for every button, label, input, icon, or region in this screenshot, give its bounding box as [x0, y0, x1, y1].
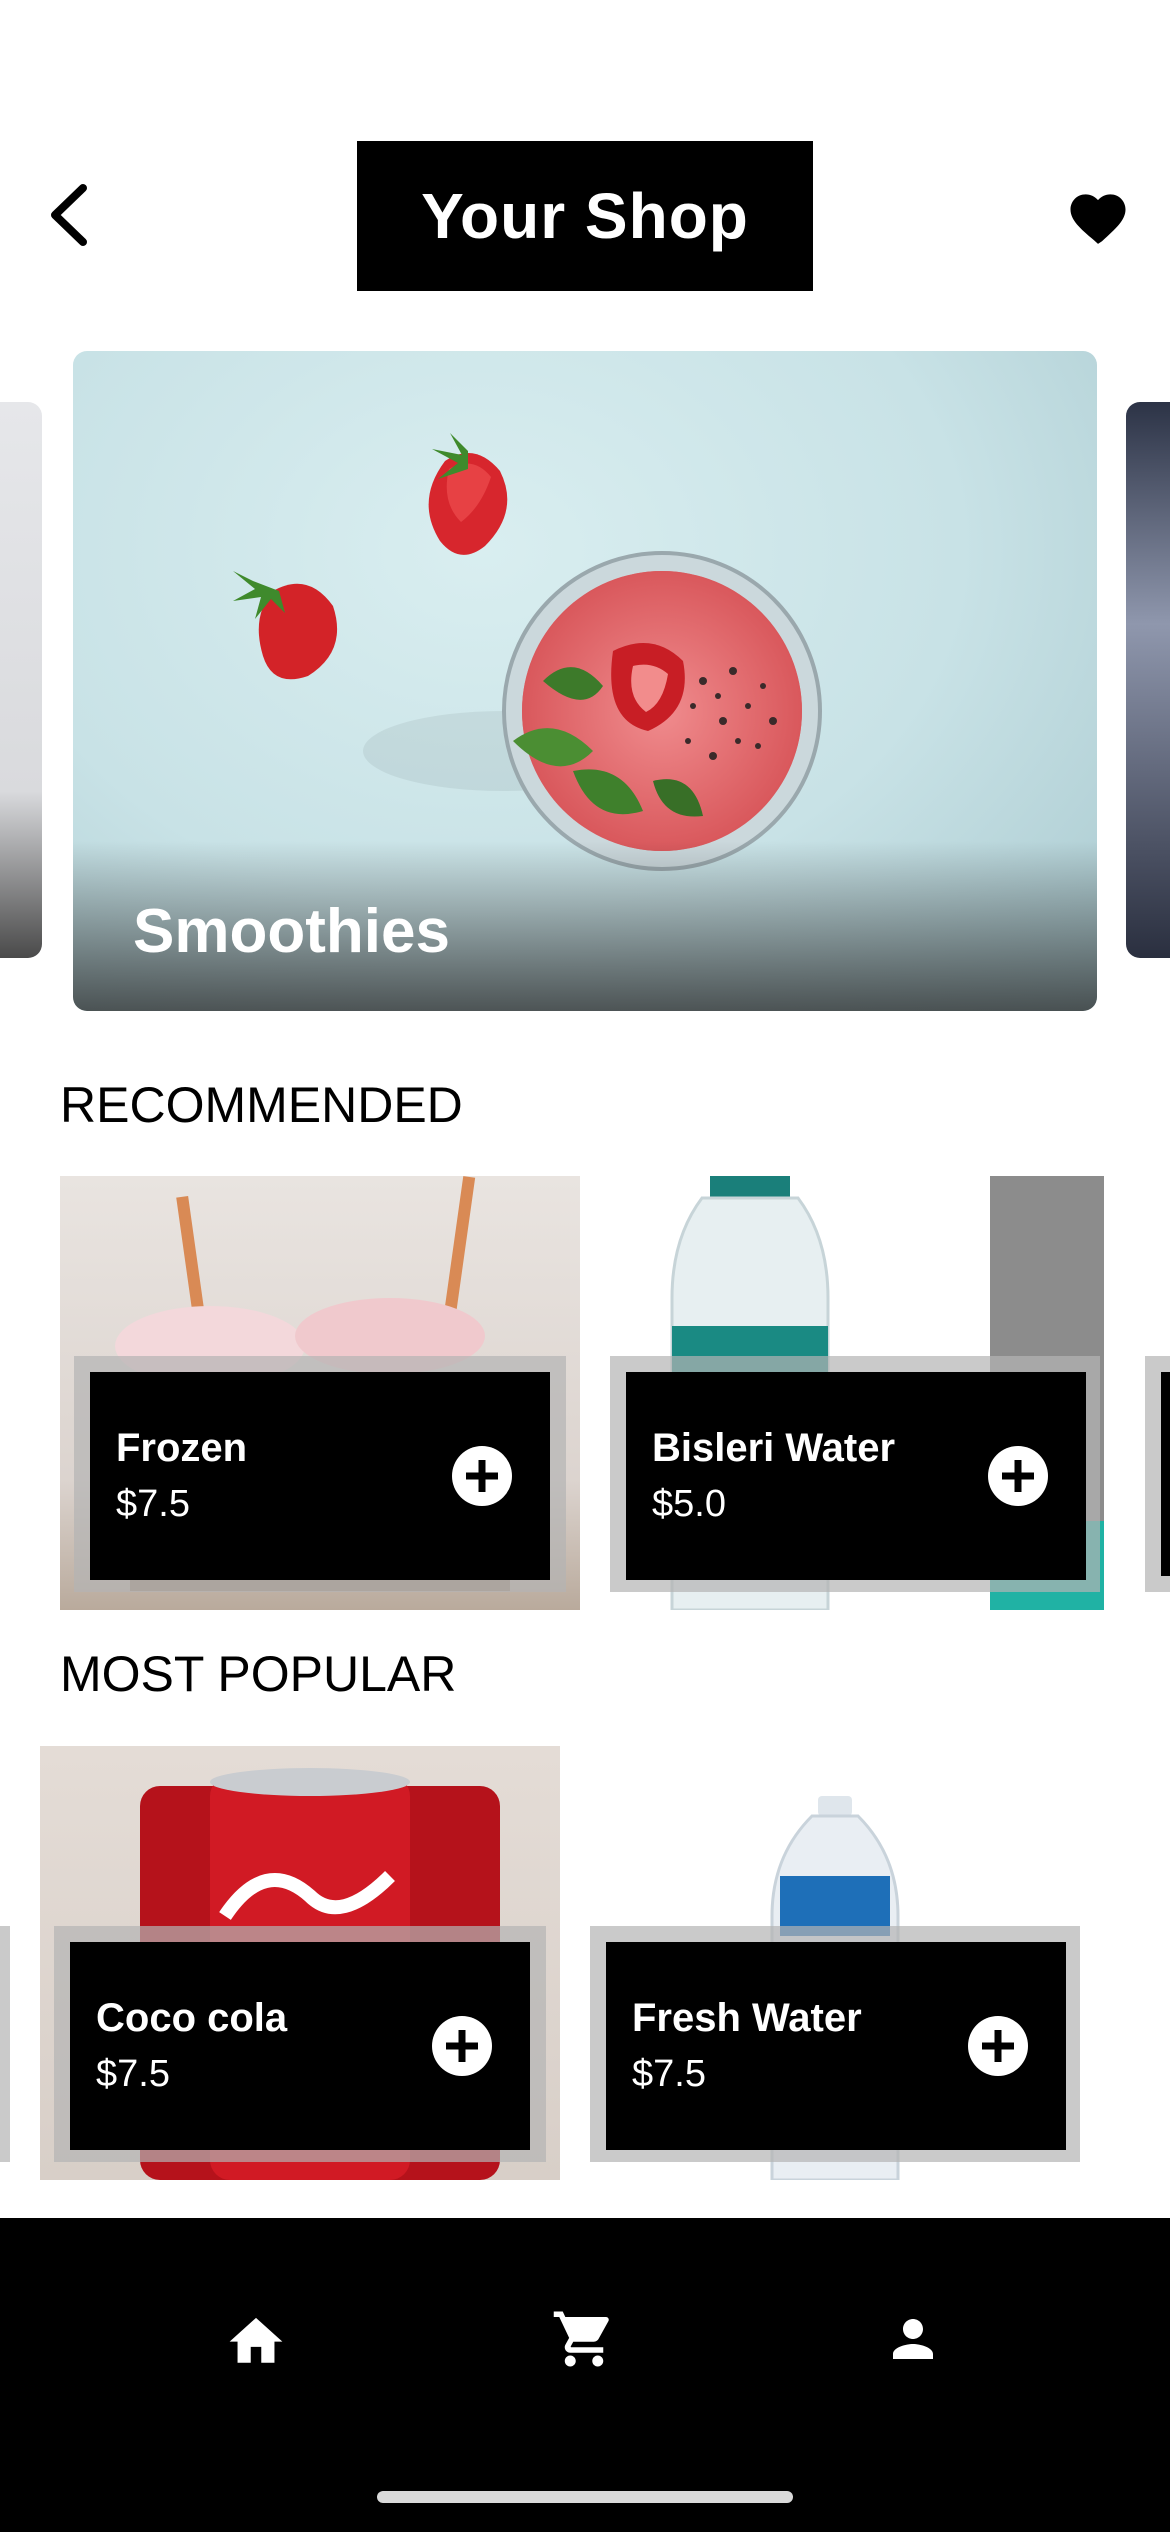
carousel-prev-card[interactable]: [0, 402, 42, 958]
prev-product-peek[interactable]: [0, 1926, 10, 2162]
carousel-next-card[interactable]: [1126, 402, 1170, 958]
add-to-cart-button[interactable]: [988, 1446, 1048, 1506]
nav-cart[interactable]: [524, 2284, 644, 2394]
next-product-peek[interactable]: [1145, 1356, 1170, 1592]
section-title-most-popular: MOST POPULAR: [60, 1646, 457, 1702]
product-price: $7.5: [116, 1483, 190, 1525]
product-panel-fresh-water: Fresh Water $7.5: [606, 1942, 1066, 2150]
product-name: Coco cola: [96, 1996, 288, 2040]
hero-card-smoothies[interactable]: Smoothies: [73, 351, 1097, 1011]
add-to-cart-button[interactable]: [452, 1446, 512, 1506]
home-icon: [229, 2317, 283, 2363]
product-panel-bisleri-water: Bisleri Water $5.0: [626, 1372, 1086, 1580]
add-to-cart-button[interactable]: [432, 2016, 492, 2076]
product-name: Bisleri Water: [652, 1426, 896, 1470]
home-indicator: [377, 2491, 793, 2503]
heart-icon: [1070, 194, 1126, 244]
profile-icon: [893, 2319, 933, 2359]
product-panel-coco-cola: Coco cola $7.5: [70, 1942, 530, 2150]
back-button[interactable]: [28, 170, 108, 260]
hero-label: Smoothies: [133, 897, 450, 966]
product-name: Fresh Water: [632, 1996, 862, 2040]
product-panel-frozen: Frozen $7.5: [90, 1372, 550, 1580]
chevron-left-icon: [51, 184, 87, 246]
product-price: $7.5: [632, 2053, 706, 2095]
product-name: Frozen: [116, 1426, 248, 1470]
product-price: $5.0: [652, 1483, 726, 1525]
page-title-box: Your Shop: [357, 141, 813, 291]
add-to-cart-button[interactable]: [968, 2016, 1028, 2076]
page-title: Your Shop: [421, 180, 749, 252]
product-price: $7.5: [96, 2053, 170, 2095]
section-title-recommended: RECOMMENDED: [60, 1077, 463, 1133]
cart-icon: [553, 2311, 609, 2367]
favorites-button[interactable]: [1050, 170, 1146, 260]
nav-home[interactable]: [196, 2284, 316, 2394]
nav-profile[interactable]: [853, 2284, 973, 2394]
